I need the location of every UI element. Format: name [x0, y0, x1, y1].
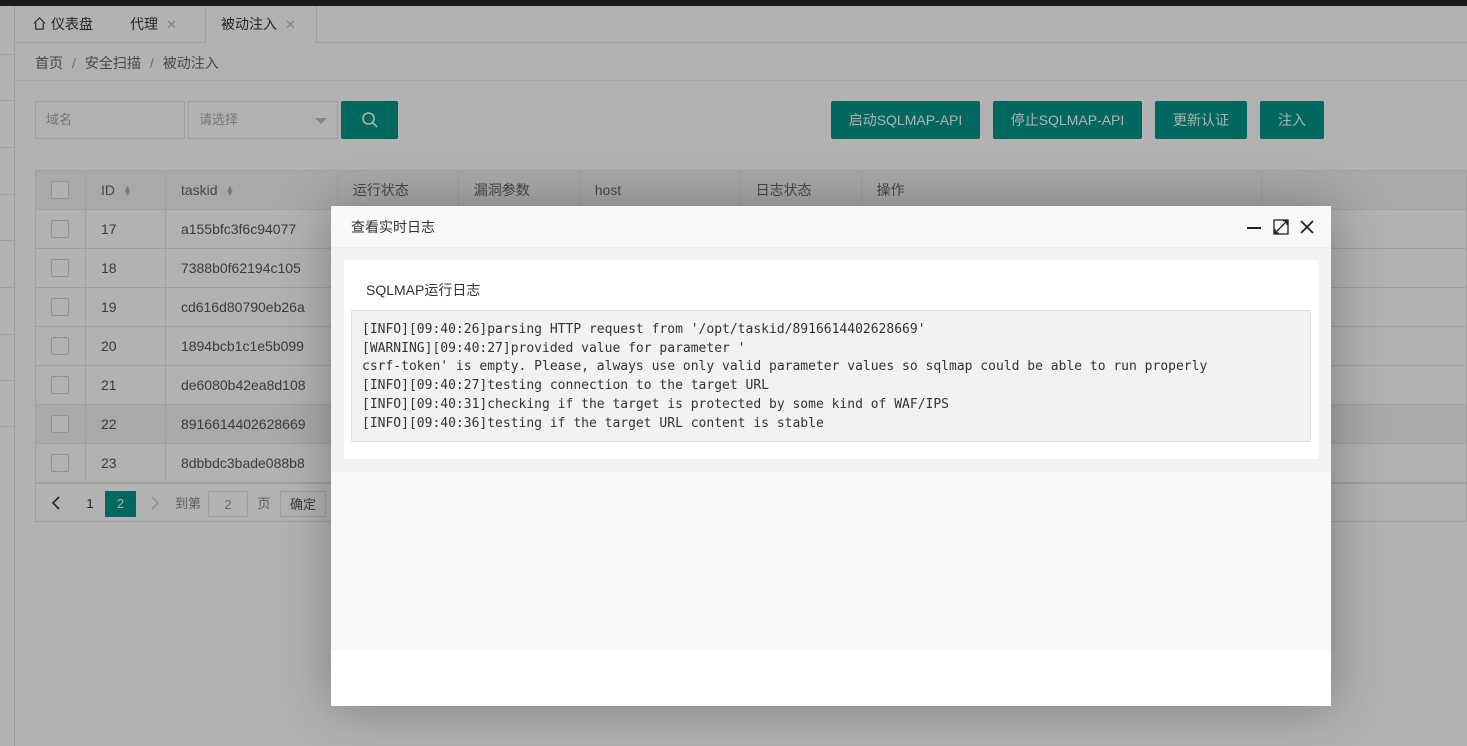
dialog-empty-area — [331, 472, 1331, 650]
log-line: csrf-token' is empty. Please, always use… — [362, 359, 1208, 375]
log-line: [INFO][09:40:26]parsing HTTP request fro… — [362, 322, 926, 337]
log-card: SQLMAP运行日志 [INFO][09:40:26]parsing HTTP … — [344, 260, 1319, 459]
dialog-title: 查看实时日志 — [351, 219, 435, 235]
realtime-log-dialog: 查看实时日志 SQLMAP运行日志 [INFO][09:40:26]parsin… — [331, 206, 1331, 706]
log-line: [INFO][09:40:31]checking if the target i… — [362, 396, 949, 412]
minimize-icon[interactable] — [1245, 218, 1263, 236]
dialog-body: SQLMAP运行日志 [INFO][09:40:26]parsing HTTP … — [331, 248, 1331, 650]
log-line: [INFO][09:40:36]testing if the target UR… — [362, 415, 824, 431]
close-icon[interactable] — [1298, 218, 1316, 236]
dialog-header: 查看实时日志 — [331, 206, 1331, 248]
maximize-icon[interactable] — [1272, 218, 1290, 236]
log-output[interactable]: [INFO][09:40:26]parsing HTTP request fro… — [351, 310, 1311, 442]
log-line: [INFO][09:40:27]testing connection to th… — [362, 378, 769, 394]
log-line: [WARNING][09:40:27]provided value for pa… — [362, 340, 746, 356]
log-section-title: SQLMAP运行日志 — [366, 282, 481, 298]
